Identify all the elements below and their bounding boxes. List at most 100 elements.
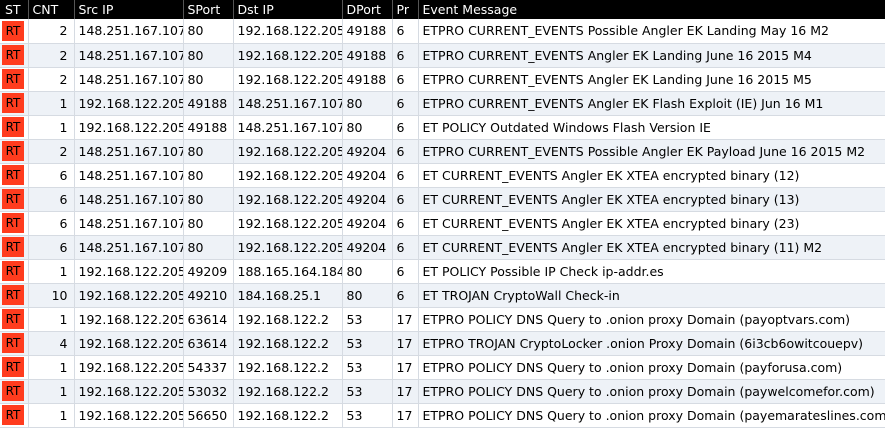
dport-cell: 49204 <box>341 163 392 188</box>
table-row[interactable]: RT 1 192.168.122.205 49209 188.165.164.184 80… <box>0 259 885 284</box>
dst-ip-cell: 192.168.122.205 <box>232 19 342 44</box>
column-header-dst-ip[interactable]: Dst IP <box>232 0 342 19</box>
table-row[interactable]: RT 6 148.251.167.107 80 192.168.122.205 49204… <box>0 211 885 236</box>
status-cell: RT <box>0 379 28 404</box>
table-row[interactable]: RT 1 192.168.122.205 49188 148.251.167.107 80… <box>0 115 885 140</box>
table-row[interactable]: RT 2 148.251.167.107 80 192.168.122.205 49188… <box>0 43 885 68</box>
dst-ip-cell: 148.251.167.107 <box>232 115 342 140</box>
protocol-cell: 6 <box>391 67 418 92</box>
status-badge: RT <box>2 117 24 137</box>
column-header-st[interactable]: ST <box>0 0 28 19</box>
protocol-cell: 6 <box>391 19 418 44</box>
dport-cell: 53 <box>341 307 392 332</box>
event-message-cell: ETPRO CURRENT_EVENTS Angler EK Landing J… <box>417 43 885 68</box>
count-cell: 1 <box>27 307 74 332</box>
dst-ip-cell: 148.251.167.107 <box>232 91 342 116</box>
dport-cell: 80 <box>341 91 392 116</box>
event-message-cell: ETPRO TROJAN CryptoLocker .onion Proxy D… <box>417 331 885 356</box>
status-badge: RT <box>2 189 24 209</box>
sport-cell: 56650 <box>182 403 233 428</box>
status-cell: RT <box>0 211 28 236</box>
table-row[interactable]: RT 2 148.251.167.107 80 192.168.122.205 49204… <box>0 139 885 164</box>
dport-cell: 49204 <box>341 211 392 236</box>
status-badge: RT <box>2 165 24 185</box>
sport-cell: 63614 <box>182 307 233 332</box>
event-table: ST CNT Src IP SPort Dst IP DPort Pr Even… <box>0 0 885 428</box>
src-ip-cell: 148.251.167.107 <box>73 187 183 212</box>
protocol-cell: 6 <box>391 43 418 68</box>
dst-ip-cell: 192.168.122.205 <box>232 187 342 212</box>
dport-cell: 49188 <box>341 19 392 44</box>
sport-cell: 53032 <box>182 379 233 404</box>
sport-cell: 80 <box>182 43 233 68</box>
column-header-pr[interactable]: Pr <box>391 0 418 19</box>
table-row[interactable]: RT 10 192.168.122.205 49210 184.168.25.1 80 6 E… <box>0 283 885 308</box>
status-cell: RT <box>0 259 28 284</box>
protocol-cell: 6 <box>391 115 418 140</box>
event-message-cell: ET POLICY Possible IP Check ip-addr.es <box>417 259 885 284</box>
event-message-cell: ETPRO CURRENT_EVENTS Possible Angler EK … <box>417 19 885 44</box>
protocol-cell: 17 <box>391 307 418 332</box>
table-row[interactable]: RT 1 192.168.122.205 56650 192.168.122.2 53 17… <box>0 403 885 428</box>
table-row[interactable]: RT 1 192.168.122.205 49188 148.251.167.107 80… <box>0 91 885 116</box>
dst-ip-cell: 192.168.122.2 <box>232 307 342 332</box>
status-badge: RT <box>2 93 24 113</box>
src-ip-cell: 148.251.167.107 <box>73 19 183 44</box>
count-cell: 1 <box>27 355 74 380</box>
event-message-cell: ET CURRENT_EVENTS Angler EK XTEA encrypt… <box>417 163 885 188</box>
column-header-event-message[interactable]: Event Message <box>417 0 885 19</box>
dport-cell: 49204 <box>341 187 392 212</box>
table-row[interactable]: RT 2 148.251.167.107 80 192.168.122.205 49188… <box>0 67 885 92</box>
column-header-cnt[interactable]: CNT <box>27 0 74 19</box>
src-ip-cell: 148.251.167.107 <box>73 163 183 188</box>
src-ip-cell: 148.251.167.107 <box>73 235 183 260</box>
column-header-dport[interactable]: DPort <box>341 0 392 19</box>
count-cell: 1 <box>27 259 74 284</box>
count-cell: 2 <box>27 139 74 164</box>
column-header-sport[interactable]: SPort <box>182 0 233 19</box>
table-row[interactable]: RT 6 148.251.167.107 80 192.168.122.205 49204… <box>0 235 885 260</box>
count-cell: 6 <box>27 187 74 212</box>
protocol-cell: 6 <box>391 259 418 284</box>
table-row[interactable]: RT 6 148.251.167.107 80 192.168.122.205 49204… <box>0 187 885 212</box>
sport-cell: 80 <box>182 67 233 92</box>
sport-cell: 49210 <box>182 283 233 308</box>
status-badge: RT <box>2 309 24 329</box>
sport-cell: 80 <box>182 139 233 164</box>
count-cell: 6 <box>27 163 74 188</box>
dport-cell: 80 <box>341 259 392 284</box>
dport-cell: 80 <box>341 283 392 308</box>
src-ip-cell: 192.168.122.205 <box>73 115 183 140</box>
dport-cell: 80 <box>341 115 392 140</box>
table-row[interactable]: RT 2 148.251.167.107 80 192.168.122.205 49188… <box>0 19 885 44</box>
event-message-cell: ETPRO CURRENT_EVENTS Angler EK Flash Exp… <box>417 91 885 116</box>
dst-ip-cell: 192.168.122.205 <box>232 43 342 68</box>
column-header-src-ip[interactable]: Src IP <box>73 0 183 19</box>
table-row[interactable]: RT 1 192.168.122.205 54337 192.168.122.2 53 17… <box>0 355 885 380</box>
status-badge: RT <box>2 261 24 281</box>
table-row[interactable]: RT 4 192.168.122.205 63614 192.168.122.2 53 17… <box>0 331 885 356</box>
status-badge: RT <box>2 405 24 425</box>
dst-ip-cell: 192.168.122.2 <box>232 379 342 404</box>
src-ip-cell: 148.251.167.107 <box>73 67 183 92</box>
status-cell: RT <box>0 355 28 380</box>
src-ip-cell: 192.168.122.205 <box>73 283 183 308</box>
table-row[interactable]: RT 1 192.168.122.205 63614 192.168.122.2 53 17… <box>0 307 885 332</box>
status-badge: RT <box>2 141 24 161</box>
event-message-cell: ETPRO POLICY DNS Query to .onion proxy D… <box>417 379 885 404</box>
status-badge: RT <box>2 333 24 353</box>
table-row[interactable]: RT 6 148.251.167.107 80 192.168.122.205 49204… <box>0 163 885 188</box>
dst-ip-cell: 192.168.122.2 <box>232 355 342 380</box>
status-badge: RT <box>2 69 24 89</box>
dport-cell: 53 <box>341 379 392 404</box>
dport-cell: 49204 <box>341 235 392 260</box>
status-cell: RT <box>0 67 28 92</box>
protocol-cell: 6 <box>391 211 418 236</box>
event-message-cell: ET POLICY Outdated Windows Flash Version… <box>417 115 885 140</box>
event-message-cell: ET TROJAN CryptoWall Check-in <box>417 283 885 308</box>
status-cell: RT <box>0 235 28 260</box>
table-row[interactable]: RT 1 192.168.122.205 53032 192.168.122.2 53 17… <box>0 379 885 404</box>
dst-ip-cell: 192.168.122.2 <box>232 403 342 428</box>
protocol-cell: 17 <box>391 355 418 380</box>
dport-cell: 53 <box>341 403 392 428</box>
